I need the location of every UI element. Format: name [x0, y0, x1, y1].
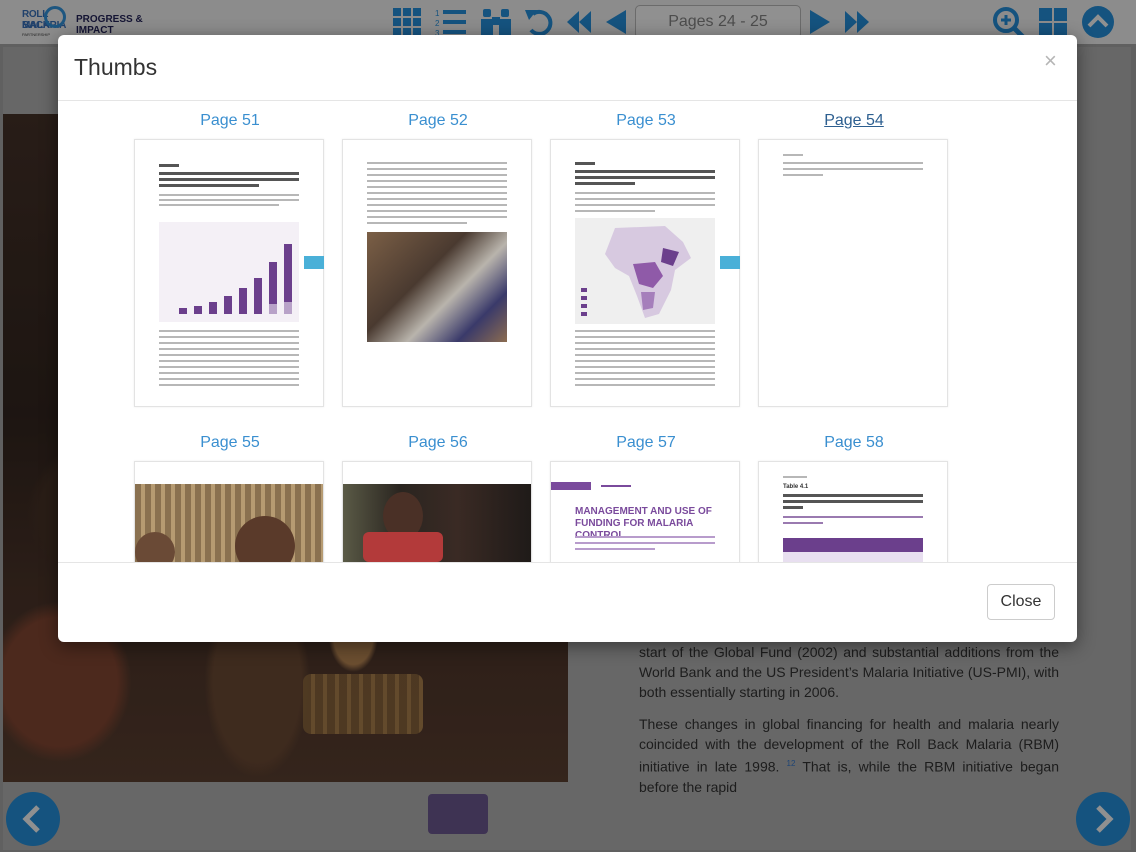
- close-icon[interactable]: ×: [1044, 50, 1060, 72]
- thumb-label: Page 53: [616, 112, 676, 129]
- thumb-photo: [367, 232, 507, 342]
- thumb-image: Table 4.1: [758, 461, 948, 562]
- thumb-table-header: [783, 538, 923, 552]
- thumb-bar-chart: [159, 222, 299, 322]
- thumb-table-label: Table 4.1: [783, 484, 809, 490]
- thumb-africa-map: [575, 218, 715, 324]
- thumb-image: [342, 461, 532, 562]
- thumb-image: [134, 139, 324, 407]
- modal-header: Thumbs ×: [58, 35, 1077, 101]
- thumb-page-58[interactable]: Page 58 Table 4.1: [758, 432, 950, 562]
- thumb-page-54[interactable]: Page 54: [758, 110, 950, 407]
- thumb-label: Page 51: [200, 112, 260, 129]
- close-button-label: Close: [1000, 593, 1042, 610]
- thumb-page-57[interactable]: Page 57 MANAGEMENT AND USE OF FUNDING FO…: [550, 432, 742, 562]
- thumbs-modal: Thumbs × Page 51 Page 52 Page 53 Page 54…: [58, 35, 1077, 642]
- modal-footer: Close: [58, 562, 1077, 642]
- thumb-label: Page 54: [824, 112, 884, 129]
- thumb-label: Page 57: [616, 434, 676, 451]
- thumb-image: [134, 461, 324, 562]
- thumb-page-53[interactable]: Page 53: [550, 110, 742, 407]
- thumb-page-52[interactable]: Page 52: [342, 110, 534, 407]
- bookmark-tag[interactable]: [720, 256, 740, 269]
- thumb-label: Page 56: [408, 434, 468, 451]
- thumb-label: Page 52: [408, 112, 468, 129]
- thumb-page-56[interactable]: Page 56: [342, 432, 534, 562]
- thumb-page-51[interactable]: Page 51: [134, 110, 326, 407]
- thumb-page-55[interactable]: Page 55: [134, 432, 326, 562]
- thumb-label: Page 58: [824, 434, 884, 451]
- thumb-image: [758, 139, 948, 407]
- thumb-label: Page 55: [200, 434, 260, 451]
- bookmark-tag[interactable]: [304, 256, 324, 269]
- thumbs-grid[interactable]: Page 51 Page 52 Page 53 Page 54 Page 55 …: [58, 102, 1077, 562]
- thumb-image: [342, 139, 532, 407]
- modal-title: Thumbs: [74, 54, 158, 80]
- thumb-image: [550, 139, 740, 407]
- thumb-image: MANAGEMENT AND USE OF FUNDING FOR MALARI…: [550, 461, 740, 562]
- close-button[interactable]: Close: [987, 584, 1055, 620]
